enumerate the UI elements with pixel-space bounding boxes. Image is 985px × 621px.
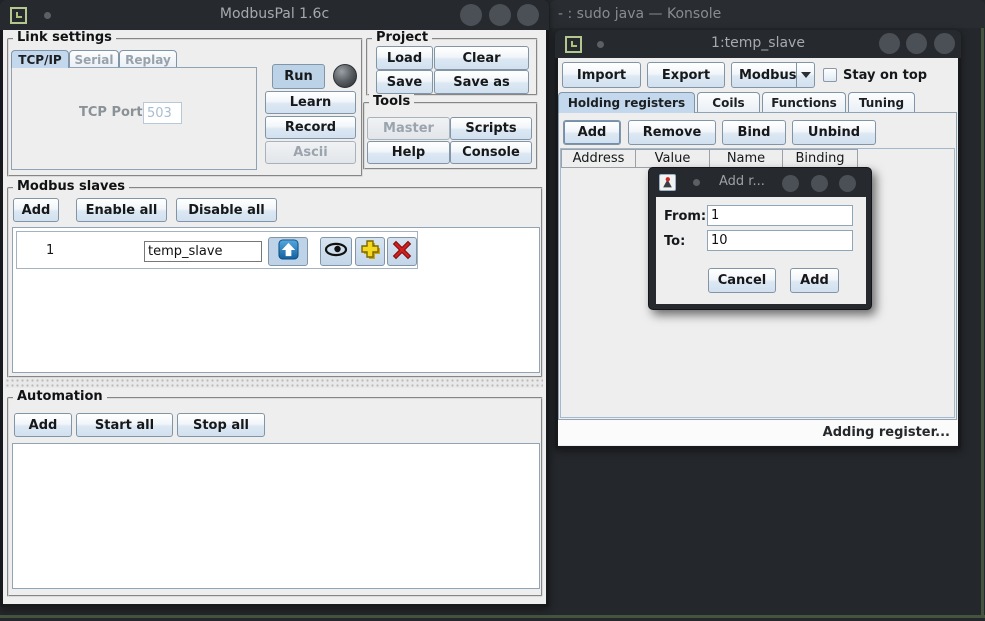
dialog-cancel-button[interactable]: Cancel: [708, 268, 776, 293]
tcp-port-field[interactable]: [143, 102, 182, 124]
konsole-border-bottom: [0, 615, 985, 618]
column-header-value[interactable]: Value: [635, 149, 710, 168]
modbus-combo[interactable]: Modbus: [731, 62, 815, 88]
add-register-dialog: Add r... From: To: Cancel Add: [648, 167, 872, 310]
run-button[interactable]: Run: [272, 64, 325, 89]
konsole-title: - : sudo java — Konsole: [558, 6, 721, 22]
slave-view-button[interactable]: [320, 237, 352, 266]
to-field[interactable]: [707, 230, 853, 251]
plus-icon: [360, 239, 381, 264]
automation-list: [12, 443, 540, 589]
titlebar-dot-icon: [693, 179, 700, 186]
to-label: To:: [664, 234, 685, 249]
slave-delete-button[interactable]: [387, 237, 417, 266]
tab-serial[interactable]: Serial: [69, 50, 119, 68]
tab-tcpip[interactable]: TCP/IP: [11, 50, 69, 68]
status-text: Adding register...: [823, 425, 950, 440]
enable-all-button[interactable]: Enable all: [76, 198, 167, 222]
link-settings-label: Link settings: [13, 30, 116, 45]
chevron-down-icon: [801, 72, 811, 78]
window-button-2[interactable]: [811, 175, 828, 192]
slave-add-register-button[interactable]: [355, 237, 385, 266]
disable-all-button[interactable]: Disable all: [176, 198, 277, 222]
window-button-2[interactable]: [906, 33, 927, 54]
tab-replay[interactable]: Replay: [119, 50, 177, 68]
combo-selected-value: Modbus: [732, 63, 796, 87]
dialog-add-button[interactable]: Add: [790, 268, 839, 293]
automation-add-button[interactable]: Add: [14, 413, 72, 437]
console-button[interactable]: Console: [450, 141, 532, 164]
save-button[interactable]: Save: [376, 70, 433, 94]
register-unbind-button[interactable]: Unbind: [792, 120, 876, 145]
modbus-slaves-label: Modbus slaves: [13, 179, 129, 194]
tab-functions[interactable]: Functions: [762, 92, 846, 113]
ascii-button: Ascii: [265, 141, 356, 164]
column-header-binding[interactable]: Binding: [782, 149, 858, 168]
save-as-button[interactable]: Save as: [434, 70, 529, 94]
delete-x-icon: [392, 240, 412, 264]
automation-label: Automation: [13, 389, 107, 404]
arrow-up-icon: [278, 239, 299, 264]
slave-status-bar: Adding register...: [558, 420, 958, 445]
dialog-icon: [659, 174, 676, 191]
split-divider[interactable]: [5, 378, 543, 388]
slave-window-title: 1:temp_slave: [555, 35, 961, 51]
run-led-indicator: [333, 64, 357, 88]
konsole-titlebar[interactable]: - : sudo java — Konsole: [550, 0, 985, 28]
tab-coils[interactable]: Coils: [697, 92, 760, 113]
modbuspal-titlebar[interactable]: ModbusPal 1.6c: [0, 0, 549, 30]
slave-name-field[interactable]: [144, 241, 262, 262]
dialog-titlebar[interactable]: Add r...: [649, 168, 871, 197]
clear-button[interactable]: Clear: [434, 46, 529, 70]
window-button-3[interactable]: [839, 175, 856, 192]
window-button-1[interactable]: [782, 175, 799, 192]
slave-id: 1: [46, 243, 54, 258]
window-button-1[interactable]: [460, 4, 482, 26]
register-remove-button[interactable]: Remove: [628, 120, 716, 145]
slaves-add-button[interactable]: Add: [13, 198, 59, 222]
window-button-3[interactable]: [934, 33, 955, 54]
record-button[interactable]: Record: [265, 116, 356, 139]
stay-on-top-label: Stay on top: [843, 68, 927, 83]
combo-dropdown-button[interactable]: [796, 63, 814, 87]
project-label: Project: [372, 30, 432, 45]
tab-tuning[interactable]: Tuning: [848, 92, 915, 113]
scripts-button[interactable]: Scripts: [450, 117, 532, 140]
stay-on-top-checkbox[interactable]: [823, 68, 837, 82]
duke-icon: [661, 176, 674, 189]
window-button-3[interactable]: [517, 4, 539, 26]
help-button[interactable]: Help: [367, 141, 450, 164]
slave-titlebar[interactable]: 1:temp_slave: [555, 30, 961, 58]
learn-button[interactable]: Learn: [265, 91, 356, 114]
eye-icon: [324, 242, 348, 261]
tools-label: Tools: [369, 94, 414, 109]
tab-holding-registers[interactable]: Holding registers: [558, 92, 695, 113]
dialog-title: Add r...: [719, 174, 765, 189]
stop-all-button[interactable]: Stop all: [177, 413, 265, 437]
slave-enable-toggle[interactable]: [268, 237, 308, 266]
from-field[interactable]: [707, 205, 853, 226]
register-bind-button[interactable]: Bind: [722, 120, 786, 145]
register-add-button[interactable]: Add: [563, 120, 621, 145]
master-button: Master: [367, 117, 450, 140]
tcp-port-label: TCP Port:: [79, 105, 148, 120]
window-button-2[interactable]: [489, 4, 511, 26]
dialog-content: From: To: Cancel Add: [656, 197, 866, 304]
column-header-name[interactable]: Name: [709, 149, 783, 168]
start-all-button[interactable]: Start all: [76, 413, 173, 437]
import-button[interactable]: Import: [562, 62, 641, 88]
registers-table-header: Address Value Name Binding: [561, 149, 954, 168]
load-button[interactable]: Load: [376, 46, 433, 70]
export-button[interactable]: Export: [647, 62, 725, 88]
column-header-address[interactable]: Address: [561, 149, 636, 168]
window-button-1[interactable]: [879, 33, 900, 54]
konsole-border-right: [981, 26, 984, 618]
from-label: From:: [664, 209, 706, 224]
